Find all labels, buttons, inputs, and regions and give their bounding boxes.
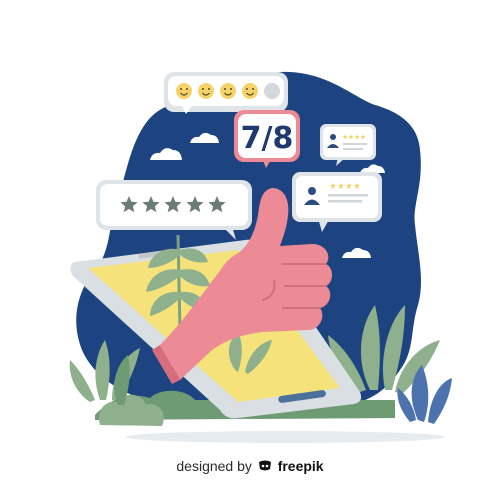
credit-brand: freepik (277, 458, 324, 474)
feedback-illustration: 7/8 (69, 71, 452, 443)
smiley-face-icon (198, 83, 214, 99)
freepik-logo-icon (258, 460, 271, 471)
freepik-credit: designed by freepik (0, 458, 500, 474)
neutral-face-icon (264, 83, 280, 99)
smiley-face-icon (220, 83, 236, 99)
score-text: 7/8 (241, 121, 294, 156)
ground-shadow (125, 431, 445, 443)
credit-prefix: designed by (176, 458, 252, 474)
smiley-face-icon (242, 83, 258, 99)
score-bubble: 7/8 (234, 110, 300, 168)
emoji-rating-bubble (164, 72, 288, 114)
smiley-face-icon (176, 83, 192, 99)
review-card-small (320, 124, 376, 166)
